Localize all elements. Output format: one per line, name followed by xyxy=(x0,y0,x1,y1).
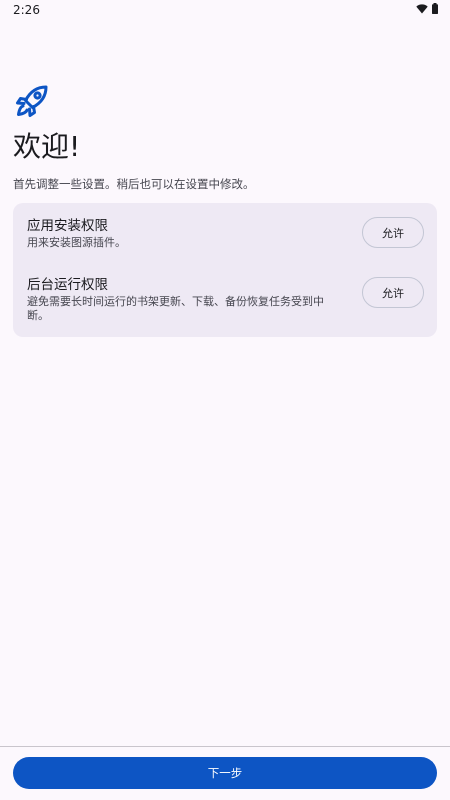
welcome-subtitle: 首先调整一些设置。稍后也可以在设置中修改。 xyxy=(13,177,255,191)
install-permission-description: 用来安装图源插件。 xyxy=(27,236,126,249)
welcome-title: 欢迎! xyxy=(13,130,81,163)
wifi-icon xyxy=(416,3,428,14)
status-icons xyxy=(416,3,438,14)
background-permission-allow-button[interactable]: 允许 xyxy=(362,277,424,308)
permissions-card: 应用安装权限 用来安装图源插件。 允许 后台运行权限 避免需要长时间运行的书架更… xyxy=(13,203,437,337)
rocket-icon xyxy=(13,82,51,120)
status-bar: 2:26 xyxy=(0,0,450,22)
install-permission-allow-button[interactable]: 允许 xyxy=(362,217,424,248)
status-time: 2:26 xyxy=(13,3,40,17)
background-permission-description: 避免需要长时间运行的书架更新、下载、备份恢复任务受到中断。 xyxy=(27,295,324,322)
bottom-divider xyxy=(0,746,450,747)
next-button[interactable]: 下一步 xyxy=(13,757,437,789)
battery-icon xyxy=(432,3,438,14)
